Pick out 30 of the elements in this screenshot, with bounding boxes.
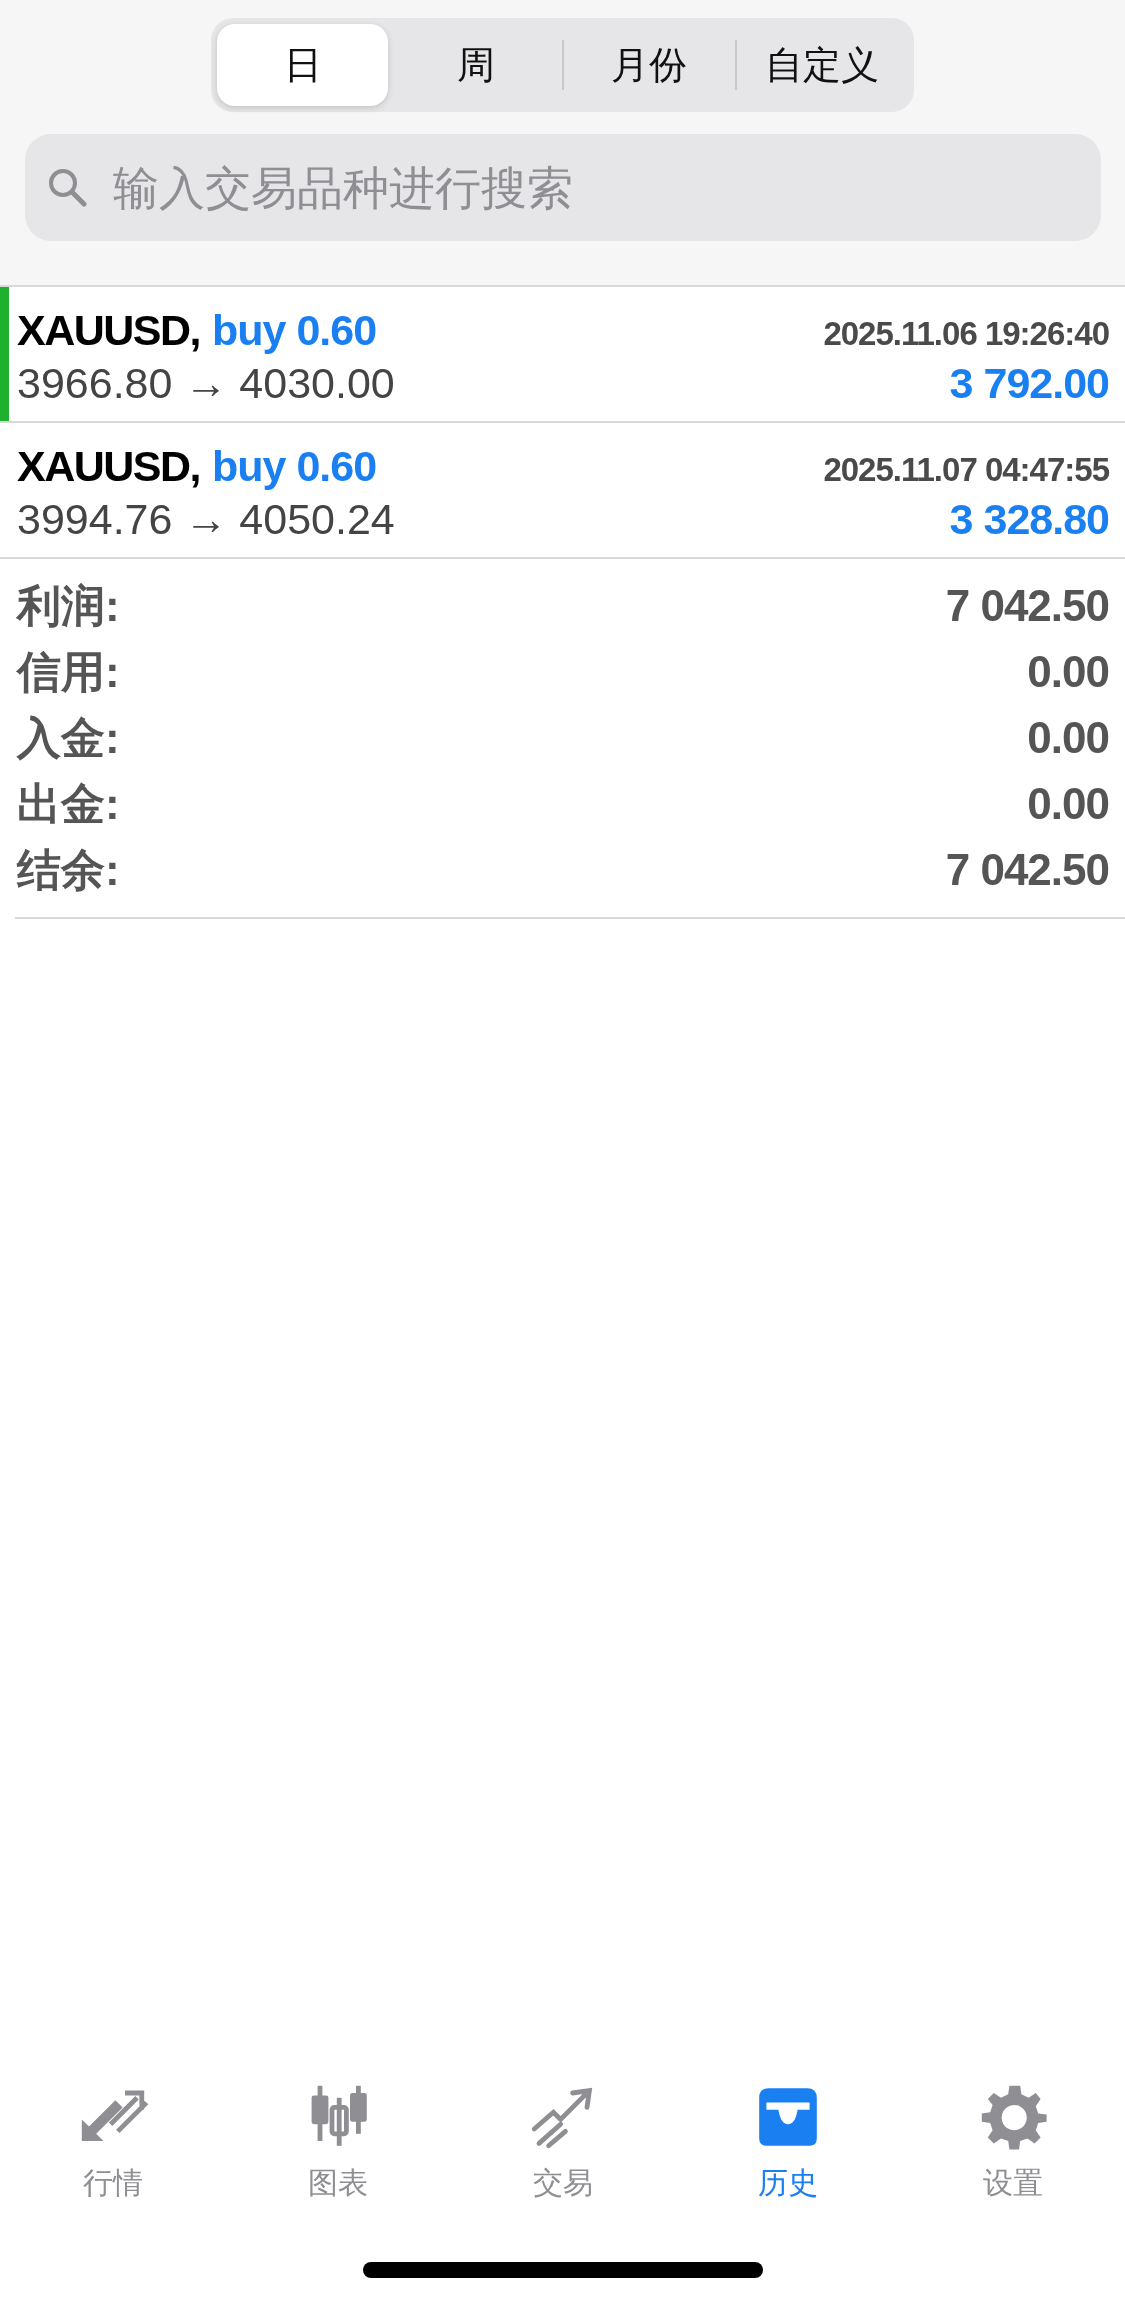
period-tab[interactable]: 月份 [563, 24, 735, 106]
order-type-text: buy 0.60 [212, 442, 377, 491]
tab-bar-item[interactable]: 交易 [450, 2081, 675, 2204]
symbol-text: XAUUSD, [17, 442, 201, 491]
price-range: 3966.80 → 4030.00 [17, 359, 395, 408]
period-tab[interactable]: 日 [217, 24, 389, 106]
deal-time: 2025.11.07 04:47:55 [823, 451, 1109, 489]
deal-time: 2025.11.06 19:26:40 [823, 315, 1109, 353]
summary-label: 利润: [17, 579, 120, 632]
summary-value: 0.00 [1027, 713, 1109, 763]
profit-value: 3 792.00 [949, 359, 1109, 408]
search-field[interactable]: 输入交易品种进行搜索 [24, 134, 1101, 241]
summary-value: 7 042.50 [945, 581, 1109, 631]
tab-bar-item[interactable]: 图表 [225, 2081, 450, 2204]
summary-value: 0.00 [1027, 647, 1109, 697]
summary-label: 入金: [17, 711, 120, 764]
period-tab[interactable]: 自定义 [736, 24, 908, 106]
tab-bar-item[interactable]: 历史 [675, 2081, 900, 2204]
summary-label: 信用: [17, 645, 120, 698]
summary-label: 结余: [17, 843, 120, 896]
tab-bar-item[interactable]: 行情 [0, 2081, 225, 2204]
order-type-text: buy 0.60 [212, 306, 377, 355]
profit-value: 3 328.80 [949, 495, 1109, 544]
summary-label: 出金: [17, 777, 120, 830]
symbol-text: XAUUSD, [17, 306, 201, 355]
period-tab[interactable]: 周 [390, 24, 562, 106]
summary-value: 7 042.50 [945, 845, 1109, 895]
price-range: 3994.76 → 4050.24 [17, 495, 395, 544]
summary-value: 0.00 [1027, 779, 1109, 829]
tab-bar-item[interactable]: 设置 [900, 2081, 1125, 2204]
